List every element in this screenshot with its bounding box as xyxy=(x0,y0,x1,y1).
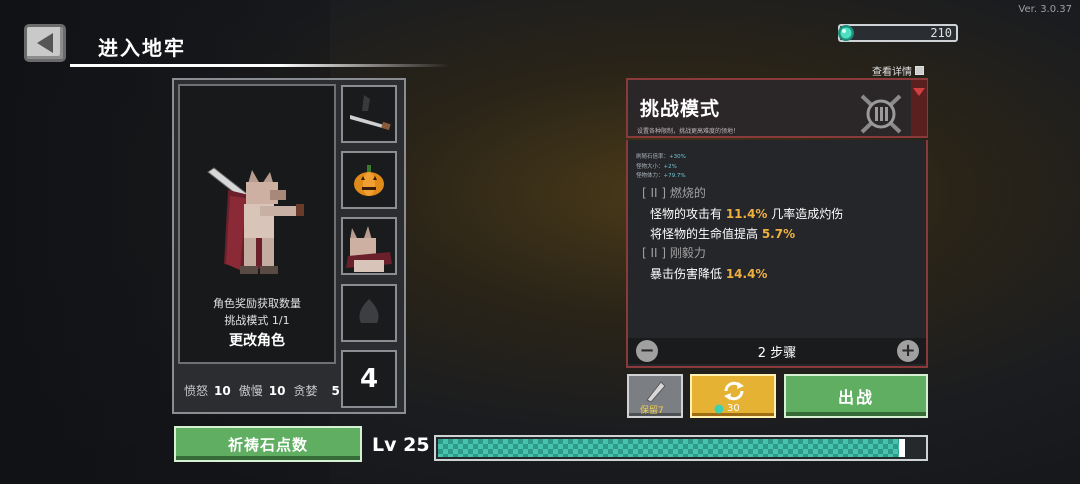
xp-bar-marker xyxy=(899,439,905,457)
view-details-link[interactable]: 查看详情 xyxy=(872,63,924,78)
mini-stat-label: 怪物体力： xyxy=(636,173,664,179)
change-character-button[interactable]: 更改角色 xyxy=(180,330,334,350)
stat-label-wrath: 愤怒 xyxy=(184,384,209,398)
stat-value-greed: 5 xyxy=(331,384,340,398)
decrease-steps-button[interactable]: − xyxy=(636,340,658,362)
effect-text: 将怪物的生命值提高 xyxy=(650,227,762,241)
effect-line: 怪物的攻击有 11.4% 几率造成灼伤 xyxy=(650,205,843,222)
pet-slot[interactable] xyxy=(341,151,397,209)
effect-category-burning: [ II ] 燃烧的 xyxy=(642,186,706,200)
effect-text: 几率造成灼伤 xyxy=(767,207,844,221)
start-battle-button[interactable]: 出战 xyxy=(784,374,928,418)
dropdown-arrow-icon xyxy=(913,88,925,96)
effect-text: 怪物的攻击有 xyxy=(650,207,726,221)
eraser-icon xyxy=(646,381,666,402)
shield-crossed-axes-icon xyxy=(860,94,902,134)
pumpkin-pet-icon xyxy=(354,165,384,196)
minus-icon: − xyxy=(639,340,655,361)
effect-line: 暴击伤害降低 14.4% xyxy=(650,265,767,282)
slot-count: 4 xyxy=(359,364,379,394)
back-button[interactable] xyxy=(24,24,66,62)
refresh-cost-value: 30 xyxy=(727,403,740,414)
keep-label: 保留7 xyxy=(640,403,664,416)
stat-label-pride: 傲慢 xyxy=(238,384,263,398)
gem-icon xyxy=(838,25,854,41)
character-portrait-slot[interactable] xyxy=(341,217,397,275)
stat-value-wrath: 10 xyxy=(214,384,231,398)
sin-stats: 愤怒 10 傲慢 10 贪婪 5 xyxy=(184,382,348,399)
back-arrow-icon xyxy=(37,33,53,53)
stat-value-pride: 10 xyxy=(268,384,286,398)
mini-stat-1: 刷随石倍率：+30% xyxy=(636,152,686,160)
title-underline xyxy=(70,64,450,67)
character-portrait-icon xyxy=(346,226,392,272)
mini-stat-label: 怪物大小： xyxy=(636,164,664,170)
increase-steps-button[interactable]: + xyxy=(897,340,919,362)
reward-label: 角色奖励获取数量 xyxy=(213,297,301,310)
refresh-icon xyxy=(724,381,744,401)
details-box-icon xyxy=(915,66,924,75)
locked-slot[interactable] xyxy=(341,284,397,342)
effect-value: 5.7% xyxy=(761,227,796,241)
sword-weapon-icon xyxy=(350,95,391,131)
version-label: Ver. 3.0.37 xyxy=(1018,4,1072,15)
mini-stat-2: 怪物大小：+2% xyxy=(636,162,677,170)
stat-label-greed: 贪婪 xyxy=(293,384,318,398)
xp-bar xyxy=(434,435,928,461)
prayer-points-button[interactable]: 祈祷石点数 xyxy=(174,426,362,462)
locked-slot-icon xyxy=(359,299,379,323)
refresh-cost: 30 xyxy=(714,403,740,414)
gem-counter: 210 xyxy=(838,24,958,42)
challenge-title: 挑战模式 xyxy=(640,98,721,120)
player-level: Lv 25 xyxy=(372,434,430,456)
weapon-slot[interactable] xyxy=(341,85,397,143)
knight-character-icon xyxy=(207,167,304,274)
gem-count: 210 xyxy=(930,26,952,40)
challenge-subtitle: 设置各种限制，挑战更高难度的领地！ xyxy=(637,128,740,135)
effect-value: 14.4% xyxy=(725,267,768,281)
xp-bar-fill xyxy=(438,439,905,457)
plus-icon: + xyxy=(900,340,916,361)
slot-count-box: 4 xyxy=(341,350,397,408)
challenge-count: 挑战模式 1/1 xyxy=(224,314,290,327)
mini-stat-value: +30% xyxy=(669,154,686,160)
mini-stat-value: +79.7% xyxy=(663,173,686,179)
steps-label: 2 步骤 xyxy=(757,346,797,361)
effect-text: 暴击伤害降低 xyxy=(650,267,726,281)
keep-text: 保留 xyxy=(640,406,659,416)
mini-stat-3: 怪物体力：+79.7% xyxy=(636,171,686,179)
effect-line: 将怪物的生命值提高 5.7% xyxy=(650,225,795,242)
view-details-label: 查看详情 xyxy=(872,67,912,78)
mini-stat-value: +2% xyxy=(663,164,677,170)
effect-category-fortitude: [ II ] 刚毅力 xyxy=(642,246,706,260)
effect-value: 11.4% xyxy=(725,207,768,221)
challenge-dropdown-toggle[interactable] xyxy=(911,80,927,136)
gem-icon xyxy=(714,404,724,413)
keep-count: 7 xyxy=(658,406,664,416)
mini-stat-label: 刷随石倍率： xyxy=(636,154,670,160)
page-title: 进入地牢 xyxy=(98,36,186,60)
